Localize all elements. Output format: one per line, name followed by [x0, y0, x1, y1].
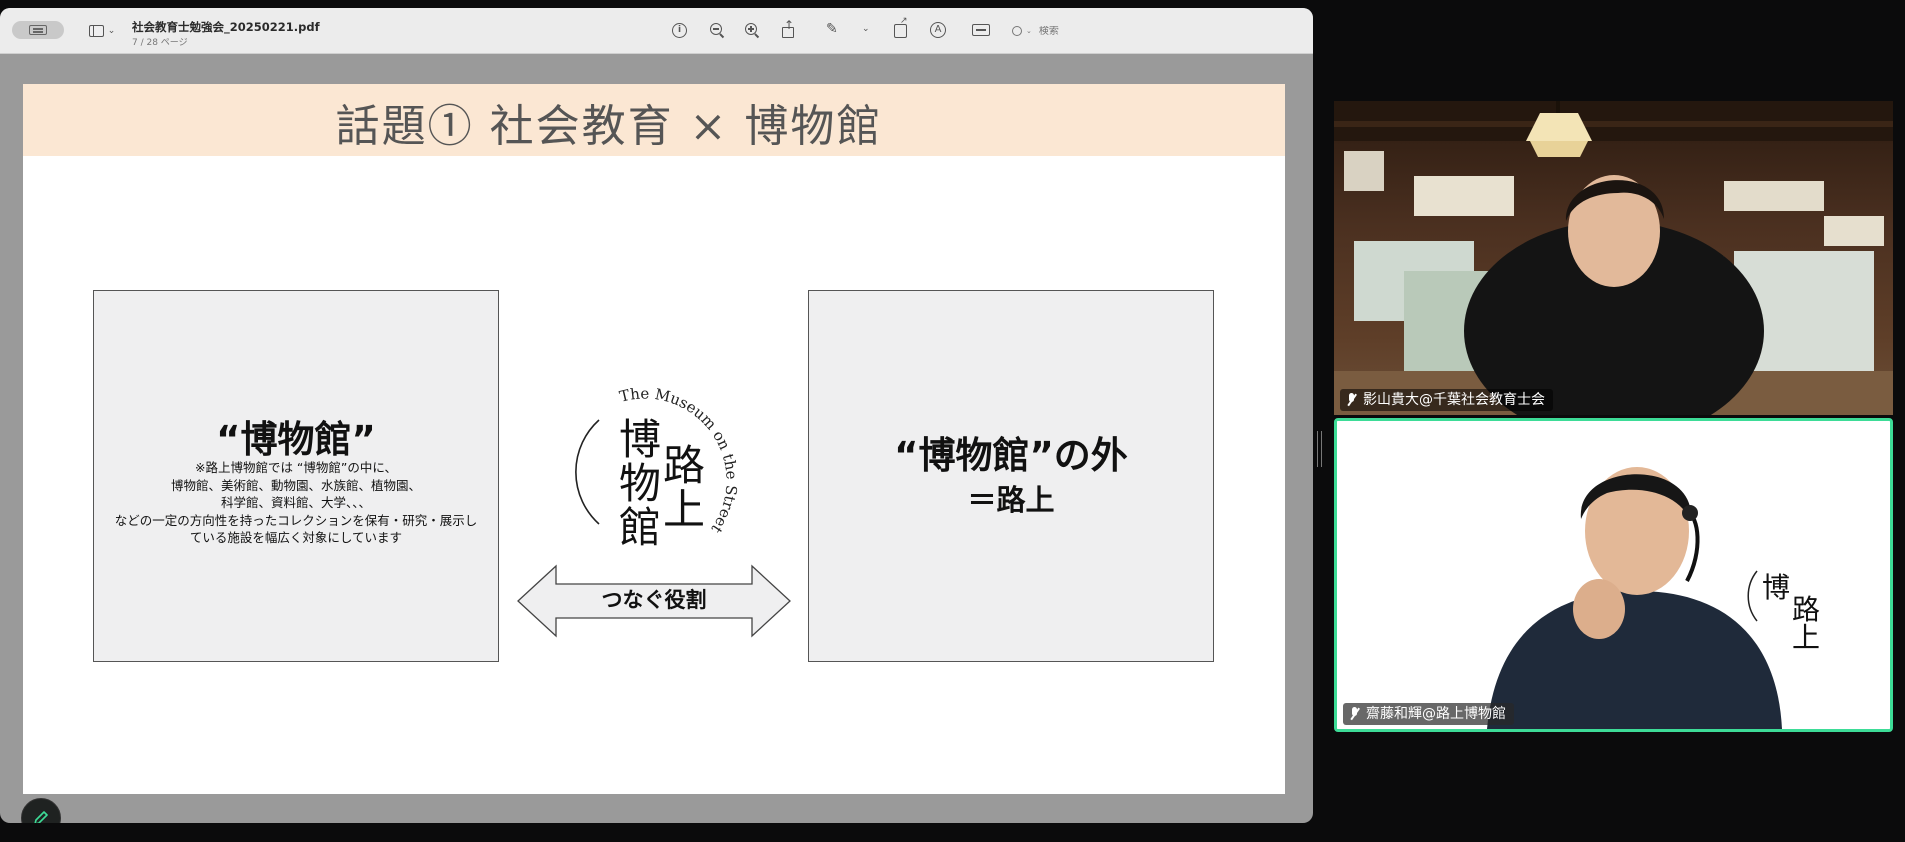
outside-heading: “博物館”の外: [894, 434, 1128, 477]
participant-name: 影山貴大@千葉社会教育士会: [1363, 392, 1545, 408]
zoom-in-icon: [745, 23, 760, 38]
chevron-down-icon: ⌄: [1026, 27, 1032, 35]
participant-tile[interactable]: 影山貴大@千葉社会教育士会: [1334, 101, 1893, 415]
participant-video: [1334, 101, 1893, 415]
markup-button[interactable]: A: [930, 22, 946, 38]
museum-note: ※路上博物館では “博物館”の中に、 博物館、美術館、動物園、水族館、植物園、 …: [94, 459, 498, 547]
annotate-button[interactable]: [21, 798, 61, 823]
logo-char: 上: [663, 485, 705, 534]
info-button[interactable]: i: [672, 23, 687, 38]
outside-subheading: ＝路上: [967, 483, 1055, 517]
zoom-in-button[interactable]: [745, 23, 760, 38]
zoom-out-icon: [710, 23, 725, 38]
logo-char: 博: [619, 415, 661, 464]
chevron-down-icon: ⌄: [107, 26, 116, 36]
pdf-viewer-window: ⌄ 社会教育士勉強会_20250221.pdf 7 / 28 ページ i ✎ ⌄…: [0, 8, 1313, 823]
museum-heading: “博物館”: [216, 418, 376, 461]
signature-icon: [972, 24, 990, 36]
logo-char: 館: [619, 503, 661, 552]
sidebar-icon: [29, 25, 47, 35]
view-sidebar-icon: [88, 25, 104, 37]
rotate-icon: [894, 16, 908, 38]
sidebar-toggle-button[interactable]: [12, 21, 64, 39]
participant-name-tag: 齋藤和輝@路上博物館: [1343, 703, 1514, 725]
logo-char: 路: [663, 441, 705, 490]
logo-bracket: [575, 419, 600, 525]
slide-header-band: 話題① 社会教育 × 博物館: [23, 84, 1285, 156]
share-icon: [782, 18, 795, 38]
note-line: ている施設を幅広く対象にしています: [189, 530, 403, 545]
museum-box: “博物館” ※路上博物館では “博物館”の中に、 博物館、美術館、動物園、水族館…: [93, 290, 499, 662]
markup-icon: A: [930, 22, 946, 38]
highlight-button[interactable]: ✎: [826, 21, 838, 37]
participant-name-tag: 影山貴大@千葉社会教育士会: [1340, 389, 1553, 411]
pencil-icon: [34, 811, 48, 823]
connector-label: つなぐ役割: [601, 588, 707, 612]
search-field[interactable]: ⌄: [1012, 22, 1212, 40]
mic-off-icon: [1349, 707, 1361, 721]
search-icon: [1012, 26, 1022, 36]
document-title: 社会教育士勉強会_20250221.pdf: [132, 20, 320, 34]
mic-off-icon: [1346, 393, 1358, 407]
svg-text:上: 上: [1792, 621, 1820, 654]
highlight-options-button[interactable]: ⌄: [862, 24, 870, 34]
note-line: ※路上博物館では “博物館”の中に、: [194, 460, 398, 475]
slide-title: 話題① 社会教育 × 博物館: [335, 101, 883, 152]
view-mode-button[interactable]: ⌄: [84, 21, 120, 41]
resize-handle[interactable]: [1317, 431, 1322, 467]
pen-icon: ✎: [826, 21, 838, 37]
participant-tile-active-speaker[interactable]: 博 路 上 齋藤和輝@路上博物館: [1334, 418, 1893, 732]
form-fill-button[interactable]: [972, 24, 990, 36]
note-line: 科学館、資料館、大学、、、: [220, 495, 371, 510]
participant-video: 博 路 上: [1337, 421, 1890, 729]
note-line: などの一定の方向性を持ったコレクションを保有・研究・展示し: [114, 512, 478, 528]
rotate-button[interactable]: [894, 16, 908, 38]
info-icon: i: [672, 23, 687, 38]
search-input[interactable]: [1038, 25, 1199, 37]
zoom-out-button[interactable]: [710, 23, 725, 38]
participant-name: 齋藤和輝@路上博物館: [1366, 706, 1506, 722]
note-line: 博物館、美術館、動物園、水族館、植物園、: [170, 477, 421, 493]
viewer-toolbar: ⌄ 社会教育士勉強会_20250221.pdf 7 / 28 ページ i ✎ ⌄…: [0, 8, 1313, 54]
chevron-down-icon: ⌄: [862, 24, 870, 34]
logo-char: 物: [619, 459, 661, 508]
slide-page: 話題① 社会教育 × 博物館 “博物館” ※路上博物館では “博物館”の中に、 …: [23, 84, 1285, 794]
svg-text:博: 博: [1762, 571, 1790, 604]
outside-museum-box: “博物館”の外 ＝路上: [808, 290, 1214, 662]
page-indicator: 7 / 28 ページ: [132, 38, 188, 48]
share-button[interactable]: [782, 18, 795, 38]
street-museum-logo: The Museum on the Street 博 物 館 路 上: [575, 385, 741, 552]
